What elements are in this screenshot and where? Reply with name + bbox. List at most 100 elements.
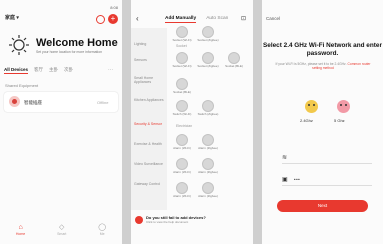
- device-icon: [228, 52, 240, 64]
- device-icon: [176, 182, 188, 194]
- device-type-item[interactable]: Socket (Zigbee): [197, 26, 219, 43]
- tab-room-2[interactable]: 主卧: [49, 67, 58, 74]
- device-icon: [176, 158, 188, 170]
- device-type-item[interactable]: Alarm (Wi-Fi): [171, 134, 193, 151]
- lock-icon: ▣: [282, 177, 288, 183]
- home-screen: 8:08 家庭 ▾ + Welcome Home Set your home l…: [0, 0, 122, 244]
- tab-smart[interactable]: ◇ Smart: [57, 224, 66, 244]
- category-item[interactable]: Exercise & Health: [134, 142, 166, 146]
- device-type-label: Alarm (Wi-Fi): [173, 146, 191, 150]
- wifi-password-field[interactable]: ▣ •••: [282, 176, 372, 186]
- wifi-setup-screen: Cancel Select 2.4 GHz Wi-Fi Network and …: [262, 0, 383, 244]
- device-type-label: Socket (Wi-Fi): [172, 64, 192, 68]
- tab-room-3[interactable]: 次卧: [64, 67, 73, 74]
- wifi-title: Select 2.4 GHz Wi-Fi Network and enter p…: [263, 42, 382, 57]
- device-icon: [176, 78, 188, 90]
- category-item[interactable]: Kitchen Appliances: [134, 98, 166, 102]
- tab-auto-scan[interactable]: Auto Scan: [206, 16, 228, 23]
- device-type-item[interactable]: Switch (Wi-Fi): [171, 100, 193, 117]
- device-icon: [176, 52, 188, 64]
- message-icon[interactable]: [96, 15, 105, 24]
- tab-me-label: Me: [99, 232, 105, 236]
- wifi-note: If your Wi-Fi is 5GHz, please set it to …: [272, 62, 374, 70]
- section-header: Electrician: [176, 124, 193, 128]
- device-type-item[interactable]: Alarm (Wi-Fi): [171, 182, 193, 199]
- plug-icon: [9, 96, 20, 107]
- device-icon: [202, 52, 214, 64]
- category-item[interactable]: Gateway Control: [134, 182, 166, 186]
- device-icon: [202, 182, 214, 194]
- help-icon: [135, 216, 143, 224]
- add-device-button[interactable]: +: [108, 14, 118, 24]
- device-type-item[interactable]: Socket (BLE): [171, 78, 193, 95]
- device-icon: [176, 134, 188, 146]
- wifi-icon: ≋: [282, 155, 288, 161]
- section-label: Shared Equipment: [5, 83, 39, 88]
- device-name: 智能插座: [24, 100, 42, 105]
- back-icon[interactable]: ‹: [136, 14, 139, 23]
- device-type-item[interactable]: Socket (BLE): [223, 52, 245, 69]
- home-icon: ⌂: [18, 224, 23, 231]
- device-icon: [202, 158, 214, 170]
- device-type-item[interactable]: Switch (Zigbee): [197, 100, 219, 117]
- device-type-label: Alarm (Zigbee): [198, 170, 218, 174]
- device-type-label: Switch (Zigbee): [197, 112, 219, 116]
- device-type-label: Alarm (Zigbee): [198, 194, 218, 198]
- wifi-ssid-field[interactable]: ≋: [282, 154, 372, 164]
- band-label-ok: 2.4Ghz: [300, 118, 313, 123]
- band-label-bad: 5 Ghz: [334, 118, 345, 123]
- category-item[interactable]: Sensors: [134, 58, 166, 62]
- device-type-label: Alarm (Zigbee): [198, 146, 218, 150]
- smile-icon: [305, 100, 318, 113]
- screenshot-strip: 8:08 家庭 ▾ + Welcome Home Set your home l…: [0, 0, 383, 244]
- more-icon[interactable]: ···: [108, 67, 113, 73]
- category-item-active[interactable]: Security & Sensor: [134, 122, 166, 126]
- device-icon: [202, 134, 214, 146]
- password-value: •••: [294, 177, 301, 182]
- device-type-item[interactable]: Alarm (Zigbee): [197, 158, 219, 175]
- profile-icon: ◯: [98, 224, 107, 231]
- device-type-item[interactable]: Socket (Zigbee): [197, 52, 219, 69]
- scan-icon[interactable]: ⊡: [241, 15, 246, 22]
- status-bar: 8:08: [110, 5, 118, 10]
- category-item[interactable]: Video Surveillance: [134, 162, 166, 166]
- device-icon: [176, 26, 188, 38]
- device-card[interactable]: 智能插座 Offline: [4, 92, 118, 112]
- device-type-item[interactable]: Socket (Wi-Fi): [171, 52, 193, 69]
- device-type-item[interactable]: Alarm (Zigbee): [197, 182, 219, 199]
- category-list: Lighting Sensors Small Home Appliances K…: [131, 28, 167, 210]
- device-state: Offline: [97, 100, 109, 105]
- tab-me[interactable]: ◯ Me: [98, 224, 106, 244]
- device-type-item[interactable]: Socket (Wi-Fi): [171, 26, 193, 43]
- tab-smart-label: Smart: [57, 232, 67, 236]
- tab-add-manually[interactable]: Add Manually: [165, 16, 197, 23]
- home-selector[interactable]: 家庭 ▾: [5, 14, 19, 21]
- device-icon: [202, 26, 214, 38]
- welcome-title: Welcome Home: [36, 37, 118, 49]
- device-icon: [202, 100, 214, 112]
- device-type-label: Socket (Zigbee): [197, 64, 219, 68]
- bottom-tabbar: ⌂ Home ◇ Smart ◯ Me: [0, 224, 122, 244]
- help-banner[interactable]: Do you still fail to add devices? Click …: [135, 212, 249, 228]
- welcome-subtitle[interactable]: Set your home location for more informat…: [36, 50, 116, 54]
- section-header: Socket: [176, 44, 187, 48]
- device-type-label: Socket (BLE): [225, 64, 243, 68]
- wifi-note-text: If your Wi-Fi is 5GHz, please set it to …: [275, 62, 347, 66]
- device-type-label: Socket (BLE): [173, 90, 191, 94]
- device-type-item[interactable]: Alarm (Zigbee): [197, 134, 219, 151]
- add-tabs: Add Manually Auto Scan: [165, 16, 228, 23]
- category-item[interactable]: Lighting: [134, 42, 166, 46]
- device-icon: [176, 100, 188, 112]
- smart-icon: ◇: [59, 224, 65, 231]
- category-item[interactable]: Small Home Appliances: [134, 76, 166, 84]
- tab-room-1[interactable]: 客厅: [34, 67, 43, 74]
- next-button[interactable]: Next: [277, 200, 368, 212]
- device-type-label: Socket (Zigbee): [197, 38, 219, 42]
- device-type-item[interactable]: Alarm (Wi-Fi): [171, 158, 193, 175]
- device-type-label: Socket (Wi-Fi): [172, 38, 192, 42]
- device-type-label: Alarm (Wi-Fi): [173, 194, 191, 198]
- tab-home-label: Home: [15, 232, 26, 236]
- tab-all-devices[interactable]: All Devices: [4, 67, 29, 74]
- cancel-button[interactable]: Cancel: [266, 16, 280, 21]
- tab-home[interactable]: ⌂ Home: [16, 224, 25, 244]
